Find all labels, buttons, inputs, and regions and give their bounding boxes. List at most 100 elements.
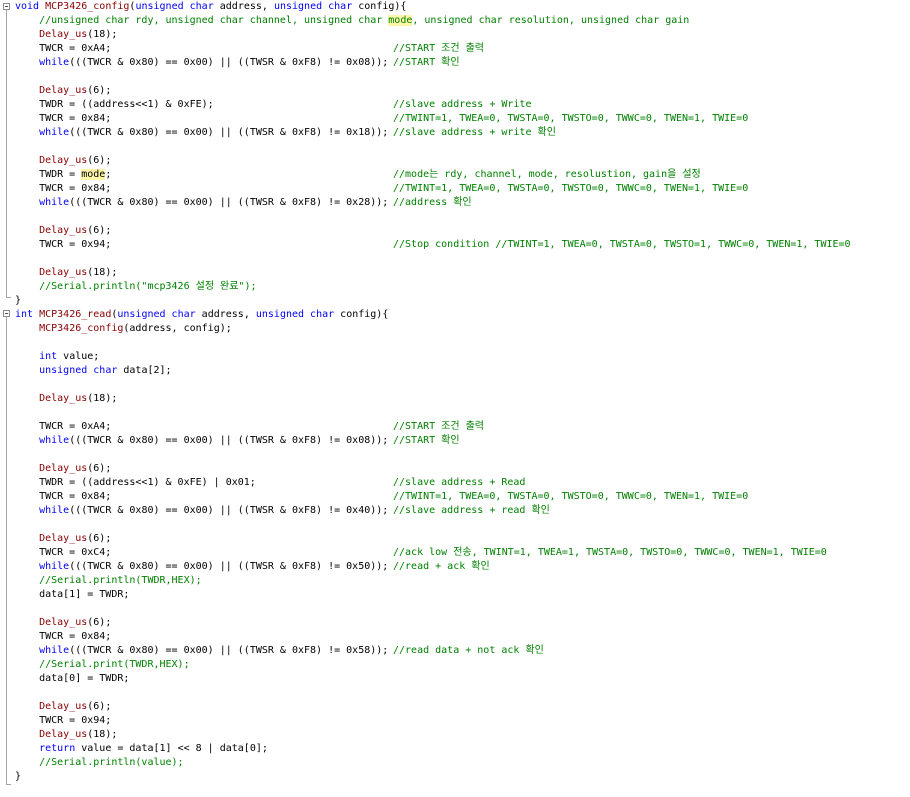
code-token: Delay_us [39,729,88,740]
code-token: TWCR = 0x84; [15,113,112,124]
code-line: TWDR = mode; [15,168,111,182]
code-token: , unsigned char resolution, unsigned cha… [412,15,690,26]
code-token: while [39,561,70,572]
code-token: unsigned char [255,309,335,320]
code-comment: //Stop condition //TWINT=1, TWEA=0, TWST… [393,239,851,250]
code-token: unsigned char [39,365,118,376]
code-token: //Serial.println(TWDR,HEX); [15,575,202,586]
code-line: Delay_us(6); [15,616,111,630]
code-token: (((TWCR & 0x80) == 0x00) || ((TWSR & 0xF… [69,197,389,208]
code-token: Delay_us [39,463,88,474]
code-token: while [39,57,70,68]
code-token: MCP3426_config [45,1,130,12]
fold-toggle-icon[interactable] [3,3,10,10]
code-token: unsigned char [117,309,196,320]
code-line: TWCR = 0x84; [15,182,111,196]
code-token: value = data[1] << 8 | data[0]; [75,743,268,754]
code-line: Delay_us(18); [15,392,117,406]
code-line: int MCP3426_read(unsigned char address, … [15,308,388,322]
fold-guide [6,317,7,784]
code-token: (6); [87,617,112,628]
code-token: address, [213,1,274,12]
code-token: ; [105,169,112,180]
code-token: address, [195,309,256,320]
code-comment: //TWINT=1, TWEA=0, TWSTA=0, TWSTO=0, TWW… [393,113,749,124]
code-token: unsigned char [135,1,214,12]
code-line: Delay_us(6); [15,462,111,476]
code-token: Delay_us [39,267,88,278]
code-token: TWCR = 0x94; [15,239,112,250]
code-line: while(((TWCR & 0x80) == 0x00) || ((TWSR … [15,504,388,518]
code-token: Delay_us [39,85,88,96]
code-token: TWDR = ((address<<1) & 0xFE) | 0x01; [15,477,256,488]
fold-gutter [0,0,14,797]
code-token: TWCR = 0x84; [15,183,112,194]
code-editor[interactable]: void MCP3426_config(unsigned char addres… [0,0,910,797]
code-comment: //slave address + Read [393,477,526,488]
code-token: (6); [87,85,112,96]
code-line: while(((TWCR & 0x80) == 0x00) || ((TWSR … [15,560,388,574]
code-token: MCP3426_read [39,309,112,320]
code-token: data[0] = TWDR; [15,673,130,684]
code-comment: //START 조건 출력 [393,421,484,432]
code-line: Delay_us(6); [15,84,111,98]
fold-guide [6,10,7,297]
code-token: mode [81,169,106,180]
code-line: Delay_us(6); [15,532,111,546]
code-token: while [39,505,70,516]
code-token: int [39,351,58,362]
code-line: TWCR = 0x84; [15,490,111,504]
code-line: //Serial.println("mcp3426 설정 완료"); [15,280,256,294]
code-token: //Serial.println(value); [15,757,184,768]
code-token: //unsigned char rdy, unsigned char chann… [15,15,389,26]
code-comment: //address 확인 [393,197,472,208]
code-comment: //mode는 rdy, channel, mode, resolustion,… [393,169,701,180]
code-line: Delay_us(6); [15,700,111,714]
code-token: (((TWCR & 0x80) == 0x00) || ((TWSR & 0xF… [69,435,389,446]
code-token: data[2]; [117,365,172,376]
code-line: void MCP3426_config(unsigned char addres… [15,0,406,14]
code-token: data[1] = TWDR; [15,589,130,600]
code-line: TWCR = 0xA4; [15,420,111,434]
code-line: while(((TWCR & 0x80) == 0x00) || ((TWSR … [15,196,388,210]
code-token: mode [388,15,413,26]
code-line: unsigned char data[2]; [15,364,172,378]
code-token: (6); [87,225,112,236]
code-token: value; [57,351,100,362]
code-token: (18); [87,393,118,404]
fold-end-marker [6,297,11,298]
code-comment: //slave address + read 확인 [393,505,550,516]
code-token: (((TWCR & 0x80) == 0x00) || ((TWSR & 0xF… [69,127,389,138]
code-line: int value; [15,350,99,364]
code-line: //unsigned char rdy, unsigned char chann… [15,14,689,28]
code-token: (6); [87,533,112,544]
code-line: data[1] = TWDR; [15,588,129,602]
code-token: (6); [87,701,112,712]
code-token: void [15,1,40,12]
code-token: TWDR = ((address<<1) & 0xFE); [15,99,214,110]
code-token: while [39,127,70,138]
fold-toggle-icon[interactable] [3,310,10,317]
code-comment: //ack low 전송, TWINT=1, TWEA=1, TWSTA=0, … [393,547,827,558]
code-token: (address, config); [123,323,232,334]
code-token: int [15,309,34,320]
code-token: (6); [87,155,112,166]
code-token: TWCR = 0x84; [15,491,112,502]
code-line: TWCR = 0xA4; [15,42,111,56]
